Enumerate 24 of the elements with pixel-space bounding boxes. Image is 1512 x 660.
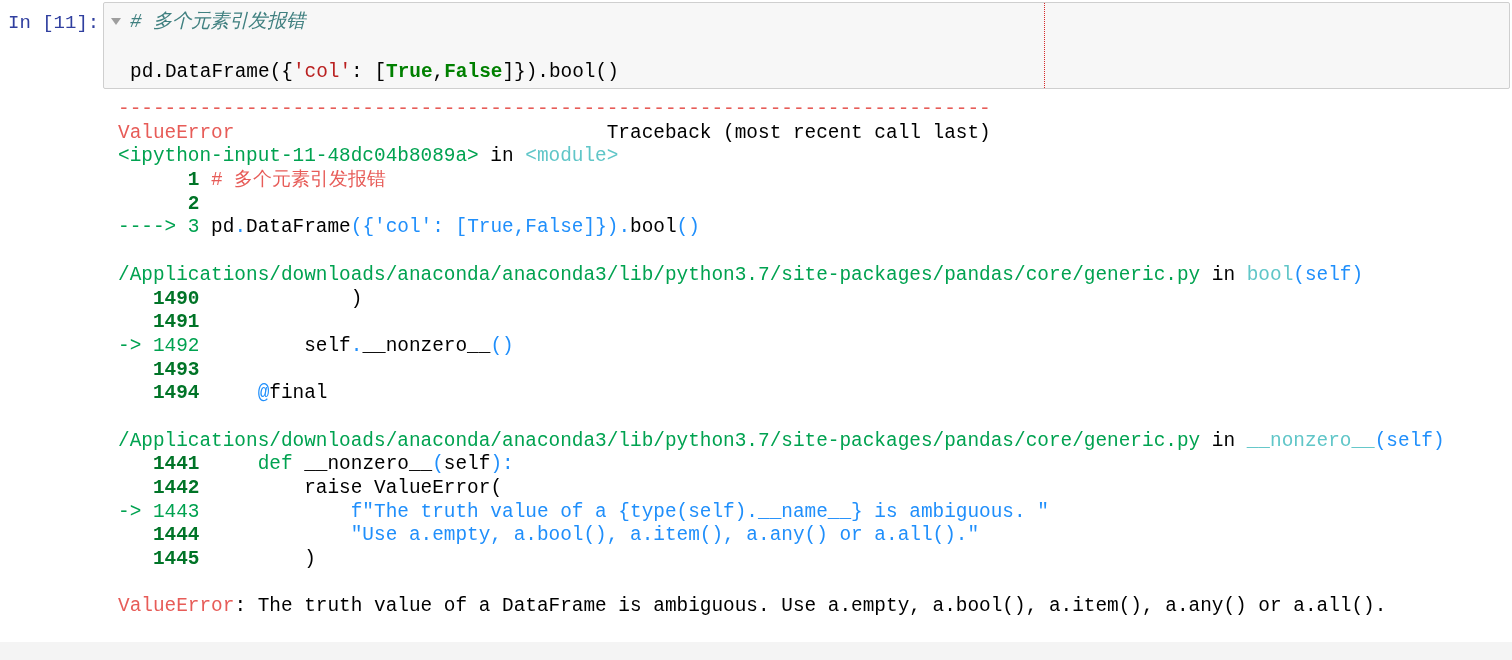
traceback-line: /Applications/downloads/anaconda/anaconda3/lib/python3.7/site-packages/pandas/core/generic.py in __nonzero__(self) — [118, 429, 1446, 454]
traceback-line: -> 1492 self.__nonzero__() — [118, 334, 515, 359]
traceback-line: ----> 3 pd.DataFrame({'col': [True,False]}).bool() — [118, 216, 701, 241]
traceback-line: 2 — [186, 192, 201, 217]
traceback-line: 1494 @final — [151, 382, 329, 406]
traceback-line: <ipython-input-11-48dc04b8089a> in <module> — [118, 145, 620, 169]
traceback-line: 1441 def __nonzero__(self): — [151, 453, 515, 477]
traceback-line: 1442 raise ValueError( — [151, 477, 503, 501]
traceback-line: /Applications/downloads/anaconda/anaconda3/lib/python3.7/site-packages/pandas/core/generic.py in bool(self) — [118, 263, 1365, 288]
traceback-line: 1444 "Use a.empty, a.bool(), a.item(), a.any() or a.all()." — [151, 524, 981, 549]
code-cell[interactable]: # 多个元素引发报错 pd.DataFrame({'col': [True,False]}).bool() — [103, 2, 1510, 89]
traceback-line: ValueError: The truth value of a DataFrame is ambiguous. Use a.empty, a.bool(), a.item(), a.any() or a.all(). — [118, 595, 1388, 620]
traceback-line: 1491 — [151, 311, 201, 335]
traceback-line: 1493 — [151, 358, 201, 383]
traceback-line: -> 1443 f"The truth value of a {type(self).__name__} is ambiguous. " — [118, 500, 1050, 525]
traceback-line: 1490 ) — [151, 287, 364, 312]
caret-icon[interactable] — [111, 18, 121, 26]
code-line: pd.DataFrame({'col': [True,False]}).bool() — [130, 60, 619, 85]
input-prompt: In [11]: — [7, 11, 101, 36]
traceback-line: 1 # 多个元素引发报错 — [186, 169, 388, 193]
traceback-line: 1445 ) — [151, 548, 317, 572]
code-line: # 多个元素引发报错 — [130, 11, 308, 35]
traceback-line: --------------------------------------------------------------------------- — [118, 98, 992, 122]
traceback-line: ValueError Traceback (most recent call last) — [118, 121, 992, 146]
